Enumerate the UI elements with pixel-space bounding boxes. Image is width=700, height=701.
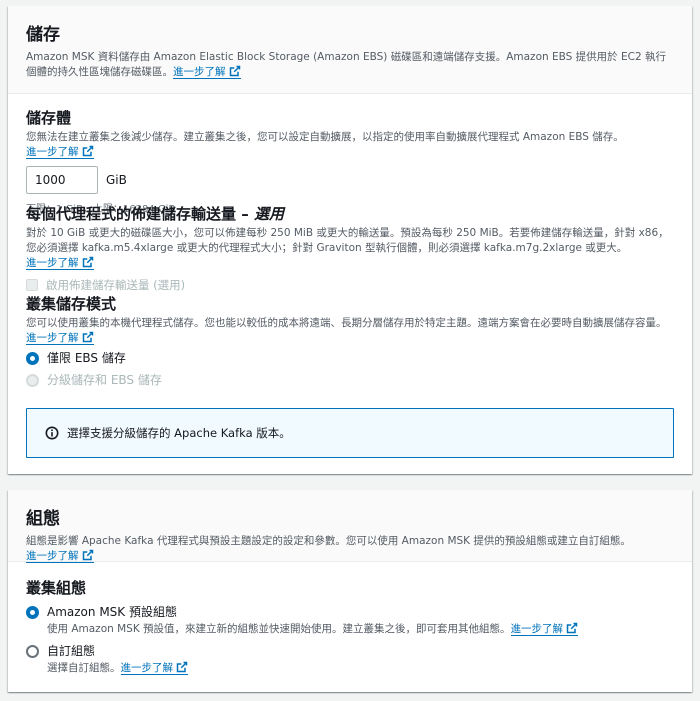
storage-mode-option-ebs[interactable]: 僅限 EBS 儲存 [26,350,678,367]
external-link-icon [82,549,93,561]
storage-volume-input[interactable] [26,166,98,194]
info-icon [45,426,59,440]
radio-custom-config-description: 選擇自訂組態。進一步了解 [47,661,188,676]
external-link-icon [82,256,93,268]
storage-volume-field: 儲存體 您無法在建立叢集之後減少儲存。建立叢集之後，您可以設定自動擴展，以指定的… [26,108,678,215]
throughput-checkbox[interactable] [26,279,38,291]
throughput-field: 每個代理程式的佈建儲存輸送量 – 選用 對於 10 GiB 或更大的磁碟區大小，… [26,204,678,293]
external-link-icon [566,622,578,634]
external-link-icon [82,331,93,343]
custom-config-learn-more-link[interactable]: 進一步了解 [120,661,188,675]
radio-ebs-only-label: 僅限 EBS 儲存 [47,351,126,365]
radio-tiered-label: 分級儲存和 EBS 儲存 [47,373,162,387]
configuration-title: 組態 [26,509,60,529]
throughput-checkbox-row[interactable]: 啟用佈建儲存輸送量 (選用) [26,277,678,293]
radio-msk-default-description: 使用 Amazon MSK 預設值，來建立新的組態並快速開始使用。建立叢集之後，… [47,622,579,637]
cluster-config-option-custom[interactable]: 自訂組態 選擇自訂組態。進一步了解 [26,643,678,676]
storage-mode-option-tiered[interactable]: 分級儲存和 EBS 儲存 [26,372,678,389]
external-link-icon [176,661,188,673]
configuration-learn-more-link[interactable]: 進一步了解 [26,549,94,563]
cluster-config-field: 叢集組態 Amazon MSK 預設組態 使用 Amazon MSK 預設值，來… [26,578,678,676]
external-link-icon [82,145,93,157]
info-text: 選擇支援分級儲存的 Apache Kafka 版本。 [67,426,291,440]
configuration-header: 組態 組態是影響 Apache Kafka 代理程式與預設主題設定的設定和參數。… [8,490,692,563]
storage-volume-learn-more-link[interactable]: 進一步了解 [26,145,94,159]
storage-learn-more-link[interactable]: 進一步了解 [173,65,241,79]
radio-msk-default-label: Amazon MSK 預設組態 [47,605,177,619]
radio-custom-config[interactable] [26,645,39,658]
radio-custom-config-label: 自訂組態 [47,644,96,658]
cluster-config-option-default[interactable]: Amazon MSK 預設組態 使用 Amazon MSK 預設值，來建立新的組… [26,604,678,637]
storage-volume-unit: GiB [106,173,127,187]
storage-title: 儲存 [26,25,60,45]
storage-volume-label: 儲存體 [26,109,72,127]
cluster-config-label: 叢集組態 [26,579,87,597]
storage-mode-label: 叢集儲存模式 [26,295,117,313]
storage-mode-description: 您可以使用叢集的本機代理程式儲存。您也能以較低的成本將遠端、長期分層儲存用於特定… [26,317,667,345]
radio-ebs-only[interactable] [26,352,39,365]
storage-mode-field: 叢集儲存模式 您可以使用叢集的本機代理程式儲存。您也能以較低的成本將遠端、長期分… [26,294,678,389]
tiered-storage-info-alert: 選擇支援分級儲存的 Apache Kafka 版本。 [26,408,674,458]
storage-volume-input-row: GiB [26,166,678,194]
storage-volume-description: 您無法在建立叢集之後減少儲存。建立叢集之後，您可以設定自動擴展，以指定的使用率自… [26,131,624,159]
storage-panel: 儲存 Amazon MSK 資料儲存由 Amazon Elastic Block… [8,6,692,474]
storage-mode-learn-more-link[interactable]: 進一步了解 [26,331,94,345]
msk-default-learn-more-link[interactable]: 進一步了解 [510,622,579,636]
storage-header: 儲存 Amazon MSK 資料儲存由 Amazon Elastic Block… [8,6,692,94]
configuration-panel: 組態 組態是影響 Apache Kafka 代理程式與預設主題設定的設定和參數。… [8,490,692,692]
throughput-learn-more-link[interactable]: 進一步了解 [26,256,94,270]
throughput-description: 對於 10 GiB 或更大的磁碟區大小，您可以佈建每秒 250 MiB 或更大的… [26,227,669,270]
configuration-description: 組態是影響 Apache Kafka 代理程式與預設主題設定的設定和參數。您可以… [26,535,631,563]
throughput-checkbox-label: 啟用佈建儲存輸送量 (選用) [46,278,186,292]
radio-tiered[interactable] [26,374,39,387]
external-link-icon [229,65,240,77]
radio-msk-default[interactable] [26,606,39,619]
storage-description: Amazon MSK 資料儲存由 Amazon Elastic Block St… [26,51,666,79]
throughput-label: 每個代理程式的佈建儲存輸送量 – 選用 [26,205,284,223]
